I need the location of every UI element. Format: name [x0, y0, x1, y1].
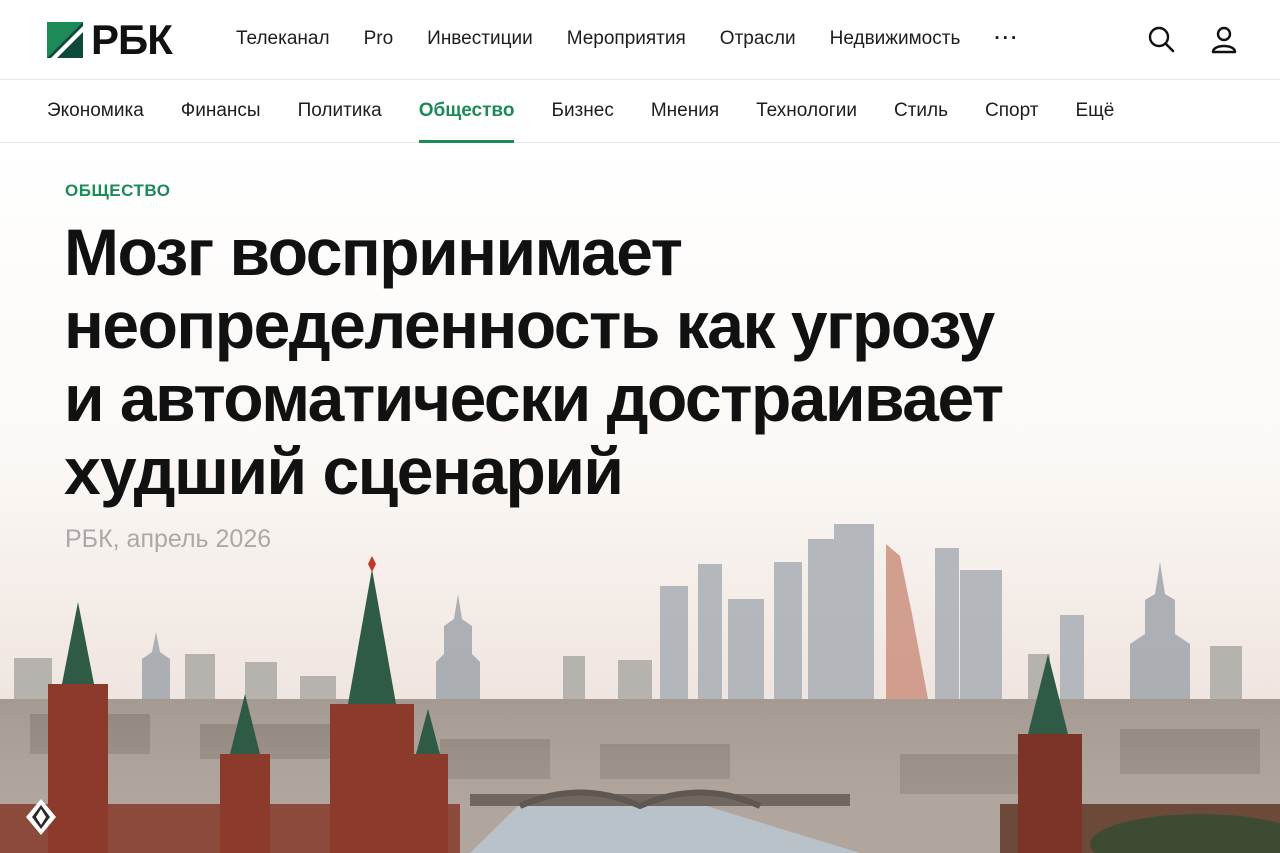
top-nav-item-meropriyatiya[interactable]: Мероприятия [567, 26, 686, 52]
user-icon[interactable] [1208, 24, 1240, 56]
section-item-finansy[interactable]: Финансы [181, 98, 261, 124]
section-item-tekhnologii[interactable]: Технологии [756, 98, 857, 124]
top-nav-item-pro[interactable]: Pro [364, 26, 394, 52]
section-item-obshchestvo[interactable]: Общество [418, 98, 514, 143]
section-item-politika[interactable]: Политика [298, 98, 382, 124]
rbc-logo[interactable]: РБК [47, 16, 173, 63]
article-hero: ОБЩЕСТВО Мозг воспринимает неопределенно… [0, 144, 1280, 853]
watermark-icon [26, 799, 56, 835]
top-nav-item-otrasli[interactable]: Отрасли [720, 26, 796, 52]
section-item-ekonomika[interactable]: Экономика [47, 98, 144, 124]
more-menu-button[interactable]: ··· [994, 26, 1019, 52]
logo-text: РБК [91, 16, 173, 63]
top-nav-item-telekanal[interactable]: Телеканал [236, 26, 330, 52]
section-item-mneniya[interactable]: Мнения [651, 98, 719, 124]
header-actions [1146, 24, 1240, 56]
article-headline: Мозг воспринимает неопределенность как у… [64, 215, 1004, 508]
top-nav: Телеканал Pro Инвестиции Мероприятия Отр… [236, 26, 1053, 52]
top-header: РБК Телеканал Pro Инвестиции Мероприятия… [0, 0, 1280, 80]
section-item-stil[interactable]: Стиль [894, 98, 948, 124]
top-nav-item-investicii[interactable]: Инвестиции [427, 26, 533, 52]
section-item-eshche[interactable]: Ещё [1075, 98, 1114, 124]
section-nav-list: Экономика Финансы Политика Общество Бизн… [47, 98, 1151, 143]
article-rubric[interactable]: ОБЩЕСТВО [65, 181, 170, 201]
logo-mark-icon [47, 22, 83, 58]
section-item-sport[interactable]: Спорт [985, 98, 1038, 124]
search-icon[interactable] [1146, 24, 1178, 56]
section-nav: Экономика Финансы Политика Общество Бизн… [0, 80, 1280, 143]
section-item-biznes[interactable]: Бизнес [551, 98, 613, 124]
moscow-skyline-image [0, 524, 1280, 853]
top-nav-item-nedvizhimost[interactable]: Недвижимость [830, 26, 961, 52]
